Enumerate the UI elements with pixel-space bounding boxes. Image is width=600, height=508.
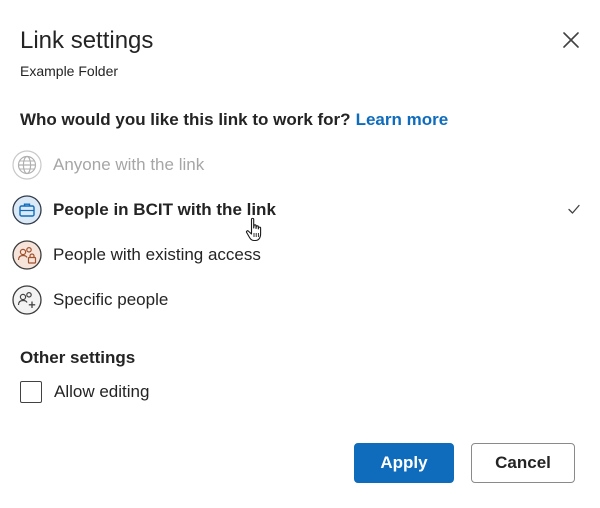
dialog-title: Link settings [20, 27, 154, 54]
link-settings-dialog: Link settings Example Folder Who would y… [0, 0, 600, 508]
globe-icon [12, 150, 42, 180]
option-label: People in BCIT with the link [53, 200, 276, 219]
dialog-subtitle: Example Folder [20, 63, 119, 79]
option-label: People with existing access [53, 245, 261, 264]
option-specific-people[interactable]: Specific people [12, 282, 588, 318]
briefcase-icon [12, 195, 42, 225]
audience-question-text: Who would you like this link to work for… [20, 110, 351, 129]
option-anyone-with-link[interactable]: Anyone with the link [12, 147, 588, 183]
option-label: Anyone with the link [53, 155, 205, 174]
allow-editing-label: Allow editing [54, 382, 150, 401]
apply-button[interactable]: Apply [354, 443, 454, 483]
cancel-button[interactable]: Cancel [471, 443, 575, 483]
allow-editing-row[interactable]: Allow editing [20, 379, 149, 405]
checkmark-icon [568, 204, 580, 214]
option-people-in-org[interactable]: People in BCIT with the link [12, 192, 588, 228]
close-button[interactable] [558, 27, 584, 53]
audience-question: Who would you like this link to work for… [20, 109, 448, 131]
close-icon [563, 32, 579, 48]
option-people-existing-access[interactable]: People with existing access [12, 237, 588, 273]
people-lock-icon [12, 240, 42, 270]
people-add-icon [12, 285, 42, 315]
option-label: Specific people [53, 290, 169, 309]
other-settings-heading: Other settings [20, 348, 136, 367]
learn-more-link[interactable]: Learn more [356, 110, 449, 129]
allow-editing-checkbox[interactable] [20, 381, 42, 403]
